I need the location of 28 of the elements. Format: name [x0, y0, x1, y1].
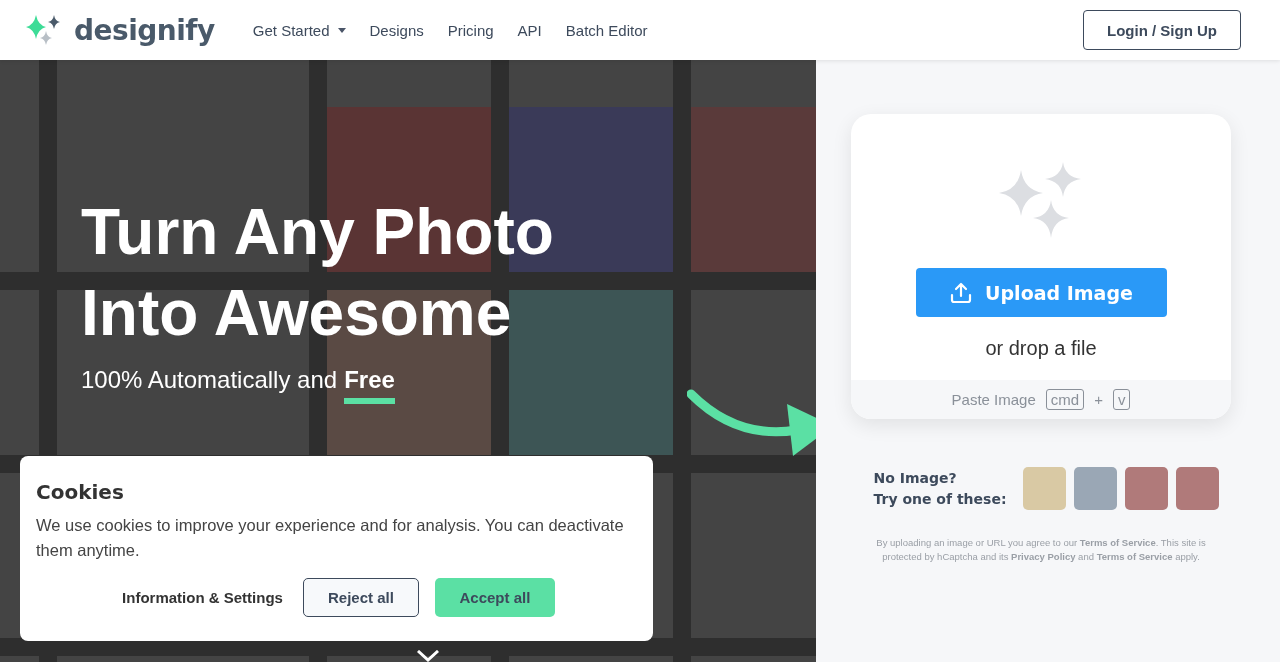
keyboard-key: cmd	[1045, 389, 1085, 410]
nav-link[interactable]: API	[517, 21, 542, 39]
nav-link[interactable]: Batch Editor	[565, 21, 648, 39]
caret-icon	[337, 27, 346, 33]
accept-button[interactable]: Accept all	[434, 578, 555, 617]
drop-file-text: or drop a file	[985, 337, 1097, 360]
sample-photo-placeholder[interactable]	[1124, 467, 1168, 510]
paste-hint-text: Paste Image	[951, 391, 1036, 408]
nav-link[interactable]: Get Started	[252, 21, 346, 39]
sample-images-heading: No Image? Try one of these:	[873, 468, 1007, 509]
dialog-text: We use cookies to improve your experience and for analysis. You can deactivate them anytime.	[36, 515, 625, 561]
highlighted-word: Free	[344, 366, 395, 404]
sample-photo-placeholder[interactable]	[1175, 467, 1219, 510]
settings-link[interactable]: Information & Settings	[118, 578, 287, 617]
plus-sign: +	[1094, 391, 1103, 408]
login-signup-button[interactable]: Login / Sign Up	[1083, 10, 1241, 50]
dialog-title: Cookies	[36, 480, 125, 504]
designify-logo[interactable]: designify	[74, 13, 215, 47]
chevron-down-icon[interactable]	[416, 650, 440, 662]
hero-subtitle: 100% Automatically and	[81, 366, 338, 395]
nav-link[interactable]: Designs	[369, 21, 424, 39]
legal-notice: By uploading an image or URL you agree to our Terms of Service. This site is protected by hCaptcha and its Privacy Policy and Terms of Service apply.	[875, 536, 1207, 564]
nav-link[interactable]: Pricing	[447, 21, 494, 39]
upload-icon	[949, 280, 974, 305]
hero-title: Turn Any Photo Into Awesome	[81, 195, 554, 351]
reject-button[interactable]: Reject all	[302, 578, 419, 617]
sample-photo-placeholder[interactable]	[1073, 467, 1117, 510]
keyboard-key: v	[1112, 389, 1131, 410]
